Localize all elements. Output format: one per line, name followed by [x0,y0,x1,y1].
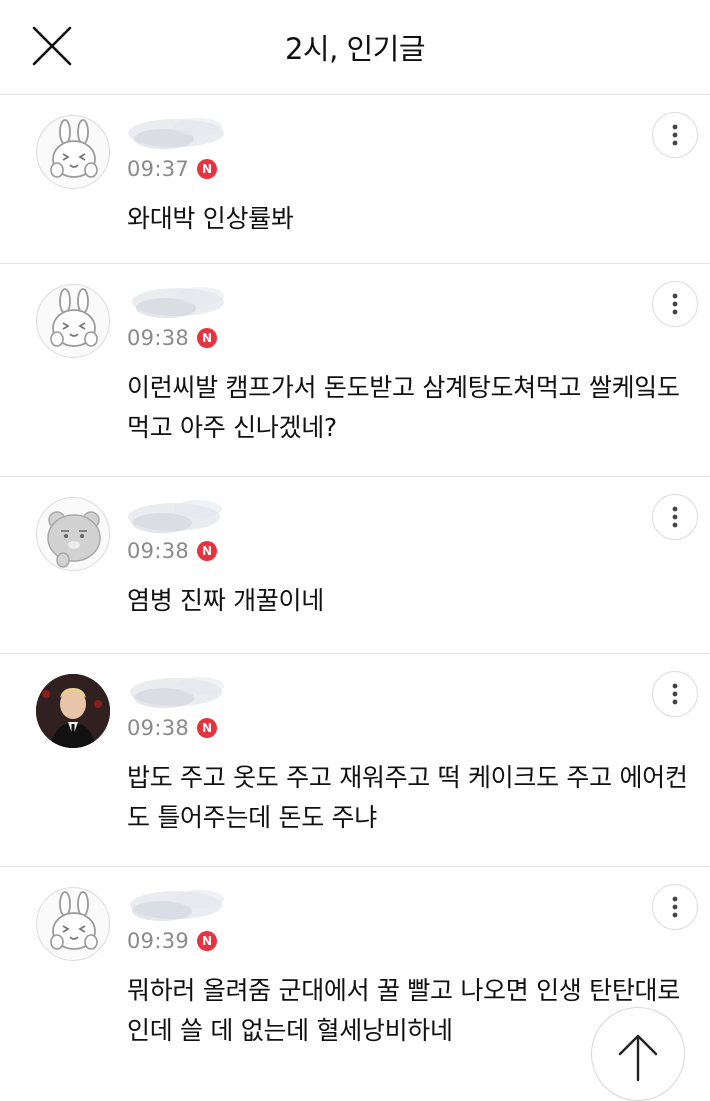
more-vertical-icon [672,896,678,918]
comment-text: 염병 진짜 개꿀이네 [127,586,324,615]
arrow-up-icon [618,1034,658,1082]
comment-time: 09:38 [127,539,190,563]
photo-avatar[interactable] [36,674,110,748]
more-options-button[interactable] [652,112,698,158]
rabbit-avatar[interactable] [36,115,110,189]
more-options-button[interactable] [652,281,698,327]
top-bar: 2시, 인기글 [0,0,710,95]
page-title: 2시, 인기글 [284,32,426,66]
bear-avatar[interactable] [36,497,110,571]
comment-item: 09:38 N 밥도 주고 옷도 주고 재워주고 떡 케이크도 주고 에어컨도 … [0,654,710,867]
comment-meta: 09:38 N [127,539,218,563]
more-options-button[interactable] [652,884,698,930]
comment-meta: 09:37 N [127,157,218,181]
comment-meta: 09:38 N [127,326,218,350]
comment-item: 09:38 N 이런씨발 캠프가서 돈도받고 삼계탕도쳐먹고 쌀케잌도 먹고 아… [0,264,710,477]
rabbit-avatar[interactable] [36,284,110,358]
more-vertical-icon [672,293,678,315]
blurred-nickname [132,287,224,318]
new-badge: N [197,718,218,738]
comment-item: 09:37 N 와대박 인상률봐 [0,95,710,264]
scroll-to-top-button[interactable] [591,1007,685,1101]
blurred-nickname [130,677,224,708]
rabbit-avatar[interactable] [36,887,110,961]
blurred-nickname [128,118,224,149]
comment-meta: 09:38 N [127,716,218,740]
blurred-nickname [128,500,222,533]
new-badge: N [197,328,218,348]
more-vertical-icon [672,506,678,528]
comment-meta: 09:39 N [127,929,218,953]
new-badge: N [197,159,218,179]
comment-text: 이런씨발 캠프가서 돈도받고 삼계탕도쳐먹고 쌀케잌도 먹고 아주 신나겠네? [127,373,680,442]
new-badge: N [197,931,218,951]
comment-time: 09:39 [127,929,190,953]
comment-time: 09:38 [127,326,190,350]
comment-item: 09:38 N 염병 진짜 개꿀이네 [0,477,710,654]
blurred-nickname [130,890,224,921]
comment-time: 09:37 [127,157,190,181]
comment-text: 와대박 인상률봐 [127,204,294,233]
more-options-button[interactable] [652,671,698,717]
more-vertical-icon [672,124,678,146]
more-vertical-icon [672,683,678,705]
comment-time: 09:38 [127,716,190,740]
comment-list: 09:37 N 와대박 인상률봐 09:38 N 이런씨발 캠프가서 돈도받고 … [0,95,710,1097]
comment-text: 밥도 주고 옷도 주고 재워주고 떡 케이크도 주고 에어컨도 틀어주는데 돈도… [127,763,688,832]
more-options-button[interactable] [652,494,698,540]
new-badge: N [197,541,218,561]
